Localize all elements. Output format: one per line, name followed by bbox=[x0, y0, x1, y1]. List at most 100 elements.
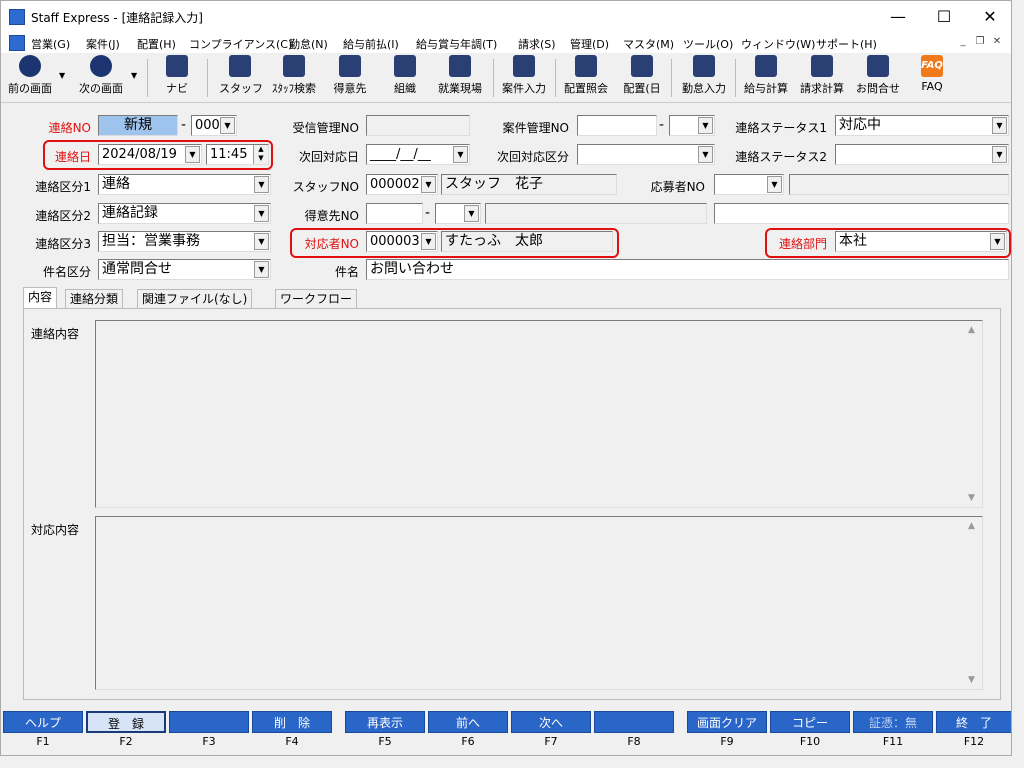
scrollbar[interactable]: ▲ ▼ bbox=[965, 321, 982, 507]
contact-no-field[interactable]: 新規 bbox=[98, 115, 178, 136]
next-cat-select[interactable]: ▼ bbox=[577, 144, 715, 165]
applicant-no-select[interactable]: ▼ bbox=[714, 174, 784, 195]
case-no-field[interactable] bbox=[577, 115, 657, 136]
menu-case[interactable]: 案件(J) bbox=[86, 36, 120, 52]
chevron-down-icon[interactable]: ▼ bbox=[698, 117, 713, 134]
chevron-down-icon[interactable]: ▼ bbox=[254, 205, 269, 222]
staff-no-select[interactable]: 000002 ▼ bbox=[366, 174, 438, 195]
handler-no-select[interactable]: 000003 ▼ bbox=[366, 231, 438, 252]
scroll-up-icon[interactable]: ▲ bbox=[968, 325, 975, 335]
menu-window[interactable]: ウィンドウ(W) bbox=[741, 36, 815, 52]
cat2-select[interactable]: 連絡記録 ▼ bbox=[98, 203, 271, 224]
mdi-app-icon[interactable] bbox=[9, 35, 25, 51]
menu-master[interactable]: マスタ(M) bbox=[623, 36, 674, 52]
time-spinner[interactable]: ▲ ▼ bbox=[253, 145, 268, 164]
attendance-entry-button[interactable]: 勤怠入力 bbox=[677, 55, 731, 99]
contact-us-button[interactable]: お問合せ bbox=[853, 55, 903, 99]
billing-calc-button[interactable]: 請求計算 bbox=[795, 55, 849, 99]
fkey-clear-button[interactable]: 画面クリア bbox=[687, 711, 767, 733]
fkey-f8-button[interactable] bbox=[594, 711, 674, 733]
chevron-down-icon[interactable]: ▼ bbox=[464, 205, 479, 222]
case-sub-select[interactable]: ▼ bbox=[669, 115, 715, 136]
chevron-down-icon[interactable]: ▼ bbox=[698, 146, 713, 163]
mdi-restore-button[interactable]: ❐ bbox=[973, 36, 987, 50]
client-button[interactable]: 得意先 bbox=[329, 55, 371, 99]
cat1-select[interactable]: 連絡 ▼ bbox=[98, 174, 271, 195]
fkey-f3-button[interactable] bbox=[169, 711, 249, 733]
fkey-redisplay-button[interactable]: 再表示 bbox=[345, 711, 425, 733]
menu-advance-pay[interactable]: 給与前払(I) bbox=[343, 36, 399, 52]
prev-screen-button[interactable]: 前の画面 bbox=[3, 55, 57, 99]
prev-dropdown-icon[interactable]: ▼ bbox=[59, 71, 65, 80]
tab-contact-category[interactable]: 連絡分類 bbox=[65, 289, 124, 309]
fkey-next-button[interactable]: 次へ bbox=[511, 711, 591, 733]
navi-button[interactable]: ナビ bbox=[157, 55, 197, 99]
scroll-up-icon[interactable]: ▲ bbox=[968, 521, 975, 531]
chevron-down-icon[interactable]: ▼ bbox=[254, 261, 269, 278]
fkey-delete-button[interactable]: 削 除 bbox=[252, 711, 332, 733]
client-sub-select[interactable]: ▼ bbox=[435, 203, 481, 224]
case-entry-button[interactable]: 案件入力 bbox=[497, 55, 551, 99]
worksite-button[interactable]: 就業現場 bbox=[433, 55, 487, 99]
fkey-prev-button[interactable]: 前へ bbox=[428, 711, 508, 733]
fkey-voucher-button[interactable]: 証憑：無 bbox=[853, 711, 933, 733]
applicant-extra-field[interactable] bbox=[714, 203, 1009, 224]
calendar-dropdown-icon[interactable]: ▼ bbox=[453, 146, 468, 163]
fkey-help-button[interactable]: ヘルプ bbox=[3, 711, 83, 733]
contact-date-field[interactable]: 2024/08/19 ▼ bbox=[98, 144, 202, 165]
faq-button[interactable]: FAQ FAQ bbox=[913, 55, 951, 99]
contact-content-textarea[interactable]: ▲ ▼ bbox=[95, 320, 983, 508]
fkey-register-button[interactable]: 登 録 bbox=[86, 711, 166, 733]
menu-attendance[interactable]: 勤怠(N) bbox=[289, 36, 328, 52]
menu-billing[interactable]: 請求(S) bbox=[518, 36, 556, 52]
subject-field[interactable]: お問い合わせ bbox=[366, 259, 1009, 280]
dept-select[interactable]: 本社 ▼ bbox=[835, 231, 1007, 252]
spin-up-icon[interactable]: ▲ bbox=[254, 145, 268, 154]
mdi-close-button[interactable]: ✕ bbox=[990, 36, 1004, 50]
chevron-down-icon[interactable]: ▼ bbox=[220, 117, 235, 134]
menu-compliance[interactable]: コンプライアンス(C) bbox=[189, 36, 292, 52]
mdi-minimize-button[interactable]: _ bbox=[956, 36, 970, 50]
chevron-down-icon[interactable]: ▼ bbox=[992, 117, 1007, 134]
staff-search-button[interactable]: ｽﾀｯﾌ検索 bbox=[267, 55, 321, 99]
response-content-textarea[interactable]: ▲ ▼ bbox=[95, 516, 983, 690]
chevron-down-icon[interactable]: ▼ bbox=[992, 146, 1007, 163]
next-dropdown-icon[interactable]: ▼ bbox=[131, 71, 137, 80]
chevron-down-icon[interactable]: ▼ bbox=[421, 233, 436, 250]
chevron-down-icon[interactable]: ▼ bbox=[767, 176, 782, 193]
minimize-button[interactable]: — bbox=[875, 1, 921, 33]
chevron-down-icon[interactable]: ▼ bbox=[990, 233, 1005, 250]
chevron-down-icon[interactable]: ▼ bbox=[254, 176, 269, 193]
scrollbar[interactable]: ▲ ▼ bbox=[965, 517, 982, 689]
spin-down-icon[interactable]: ▼ bbox=[254, 154, 268, 163]
tab-workflow[interactable]: ワークフロー bbox=[275, 289, 358, 309]
menu-sales[interactable]: 営業(G) bbox=[31, 36, 70, 52]
status2-select[interactable]: ▼ bbox=[835, 144, 1009, 165]
subject-cat-select[interactable]: 通常問合せ ▼ bbox=[98, 259, 271, 280]
fkey-copy-button[interactable]: コピー bbox=[770, 711, 850, 733]
cat3-select[interactable]: 担当：営業事務 ▼ bbox=[98, 231, 271, 252]
client-no-field[interactable] bbox=[366, 203, 423, 224]
close-button[interactable]: ✕ bbox=[967, 1, 1011, 33]
maximize-button[interactable]: ☐ bbox=[921, 1, 967, 33]
scroll-down-icon[interactable]: ▼ bbox=[968, 675, 975, 685]
scroll-down-icon[interactable]: ▼ bbox=[968, 493, 975, 503]
calendar-dropdown-icon[interactable]: ▼ bbox=[185, 146, 200, 163]
menu-assign[interactable]: 配置(H) bbox=[137, 36, 176, 52]
menu-admin[interactable]: 管理(D) bbox=[570, 36, 609, 52]
next-screen-button[interactable]: 次の画面 bbox=[71, 55, 131, 99]
status1-select[interactable]: 対応中 ▼ bbox=[835, 115, 1009, 136]
org-button[interactable]: 組織 bbox=[385, 55, 425, 99]
menu-support[interactable]: サポート(H) bbox=[816, 36, 877, 52]
payroll-calc-button[interactable]: 給与計算 bbox=[741, 55, 791, 99]
tab-content[interactable]: 内容 bbox=[23, 287, 58, 309]
menu-payroll-bonus[interactable]: 給与賞与年調(T) bbox=[416, 36, 497, 52]
next-date-field[interactable]: ____/__/__ ▼ bbox=[366, 144, 470, 165]
tab-related-files[interactable]: 関連ファイル(なし) bbox=[137, 289, 253, 309]
assign-inquiry-button[interactable]: 配置照会 bbox=[559, 55, 613, 99]
staff-button[interactable]: スタッフ bbox=[219, 55, 263, 99]
fkey-exit-button[interactable]: 終 了 bbox=[936, 711, 1011, 733]
assign-day-button[interactable]: 配置(日 bbox=[617, 55, 667, 99]
contact-time-field[interactable]: 11:45 ▲ ▼ bbox=[206, 144, 269, 165]
contact-no-sub-select[interactable]: 000 ▼ bbox=[191, 115, 237, 136]
